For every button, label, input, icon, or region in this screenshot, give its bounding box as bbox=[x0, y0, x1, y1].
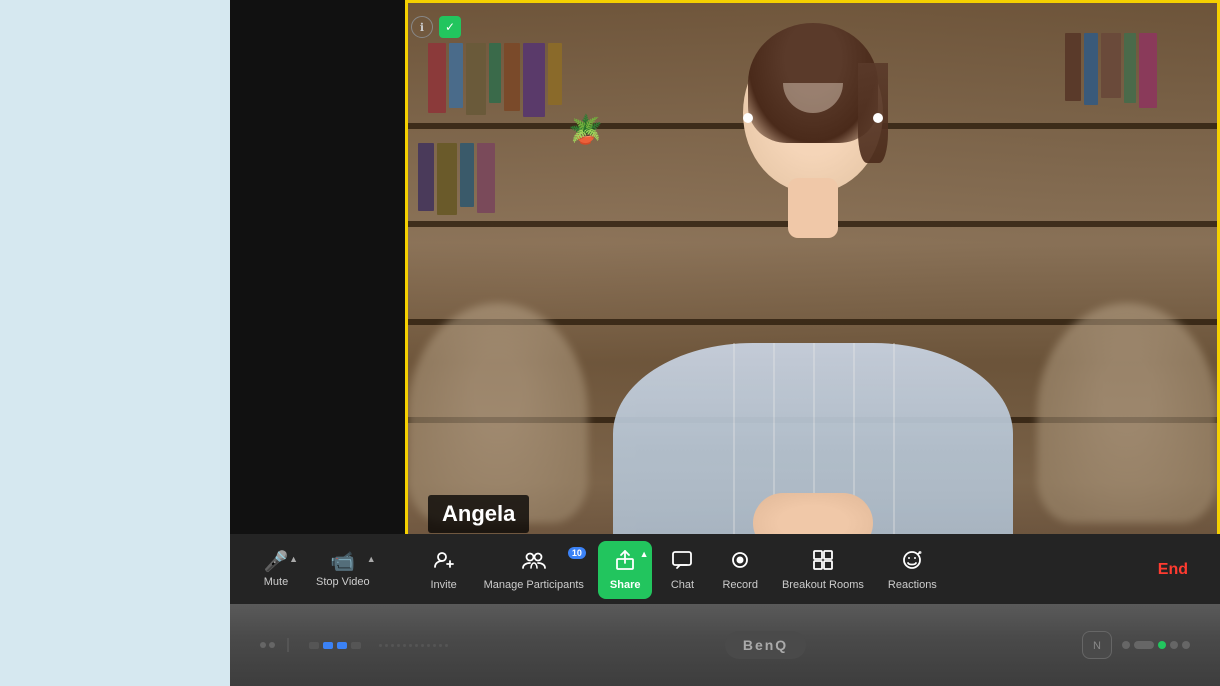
share-label: Share bbox=[610, 579, 641, 591]
main-video-feed: 🪴 bbox=[405, 0, 1220, 606]
manage-participants-icon bbox=[522, 549, 546, 575]
usb-port-2 bbox=[323, 642, 333, 649]
earbud-left bbox=[743, 113, 753, 123]
usb-port-4 bbox=[351, 642, 361, 649]
bezel-dot-2 bbox=[269, 642, 275, 648]
earbud-right bbox=[873, 113, 883, 123]
plant-decor: 🪴 bbox=[568, 113, 603, 146]
left-background bbox=[0, 0, 230, 686]
power-led bbox=[1158, 641, 1166, 649]
info-icons-bar: ℹ ✓ bbox=[405, 12, 467, 42]
mute-button[interactable]: 🎤 Mute ▲ bbox=[250, 546, 302, 594]
bezel-divider-1 bbox=[287, 638, 289, 652]
manage-participants-button[interactable]: Manage Participants 10 bbox=[474, 543, 594, 597]
participant-name-label: Angela bbox=[428, 495, 529, 533]
chair-right bbox=[1037, 303, 1217, 523]
reactions-button[interactable]: Reactions bbox=[878, 543, 947, 597]
person-ponytail bbox=[858, 63, 888, 163]
video-background: 🪴 bbox=[408, 3, 1217, 603]
toolbar: 🎤 Mute ▲ 📹 Stop Video ▲ bbox=[230, 534, 1220, 606]
share-button[interactable]: Share ▲ bbox=[598, 541, 653, 599]
self-view-panel bbox=[230, 0, 405, 606]
video-area: ℹ ✓ bbox=[230, 0, 1220, 606]
power-dot-1 bbox=[1122, 641, 1130, 649]
shield-icon: ✓ bbox=[439, 16, 461, 38]
books-top-right bbox=[1065, 33, 1157, 108]
monitor-bezel: BenQ N bbox=[230, 604, 1220, 686]
chair-left bbox=[408, 303, 588, 523]
invite-icon bbox=[433, 549, 455, 575]
power-dot-2 bbox=[1170, 641, 1178, 649]
usb-port-1 bbox=[309, 642, 319, 649]
stop-video-icon: 📹 bbox=[330, 552, 355, 572]
stop-video-label: Stop Video bbox=[316, 576, 370, 588]
invite-label: Invite bbox=[430, 579, 456, 591]
breakout-rooms-button[interactable]: Breakout Rooms bbox=[772, 543, 874, 597]
person-neck bbox=[788, 178, 838, 238]
monitor: ℹ ✓ bbox=[230, 0, 1220, 686]
speaker-grille bbox=[379, 644, 449, 647]
power-controls bbox=[1122, 641, 1190, 649]
record-icon bbox=[729, 549, 751, 575]
benq-logo: BenQ bbox=[725, 631, 806, 659]
mute-icon: 🎤 bbox=[264, 552, 289, 572]
usb-port-3 bbox=[337, 642, 347, 649]
breakout-rooms-icon bbox=[812, 549, 834, 575]
stop-video-button[interactable]: 📹 Stop Video ▲ bbox=[306, 546, 380, 594]
manage-participants-label: Manage Participants bbox=[484, 579, 584, 591]
nfc-label: N bbox=[1093, 640, 1101, 652]
end-label: End bbox=[1158, 561, 1188, 578]
breakout-rooms-label: Breakout Rooms bbox=[782, 579, 864, 591]
share-chevron[interactable]: ▲ bbox=[640, 549, 649, 559]
participants-badge: 10 bbox=[568, 547, 586, 559]
nfc-area: N bbox=[1082, 631, 1112, 659]
bezel-dots bbox=[260, 642, 275, 648]
chat-icon bbox=[671, 549, 693, 575]
power-dot-3 bbox=[1182, 641, 1190, 649]
mute-chevron[interactable]: ▲ bbox=[289, 554, 298, 564]
reactions-icon bbox=[901, 549, 923, 575]
share-icon bbox=[614, 549, 636, 575]
invite-button[interactable]: Invite bbox=[418, 543, 470, 597]
power-toggle[interactable] bbox=[1134, 641, 1154, 649]
bezel-left-controls bbox=[260, 638, 449, 652]
books-shelf-2 bbox=[418, 143, 495, 215]
usb-ports bbox=[309, 642, 361, 649]
mute-label: Mute bbox=[264, 576, 288, 588]
chat-button[interactable]: Chat bbox=[656, 543, 708, 597]
bezel-right-controls: N bbox=[1082, 631, 1190, 659]
monitor-screen: ℹ ✓ bbox=[230, 0, 1220, 606]
end-button[interactable]: End bbox=[1146, 553, 1200, 587]
stop-video-chevron[interactable]: ▲ bbox=[367, 554, 376, 564]
reactions-label: Reactions bbox=[888, 579, 937, 591]
info-icon: ℹ bbox=[411, 16, 433, 38]
chat-label: Chat bbox=[671, 579, 694, 591]
bezel-dot-1 bbox=[260, 642, 266, 648]
record-label: Record bbox=[722, 579, 757, 591]
books-top bbox=[428, 43, 562, 117]
record-button[interactable]: Record bbox=[712, 543, 767, 597]
